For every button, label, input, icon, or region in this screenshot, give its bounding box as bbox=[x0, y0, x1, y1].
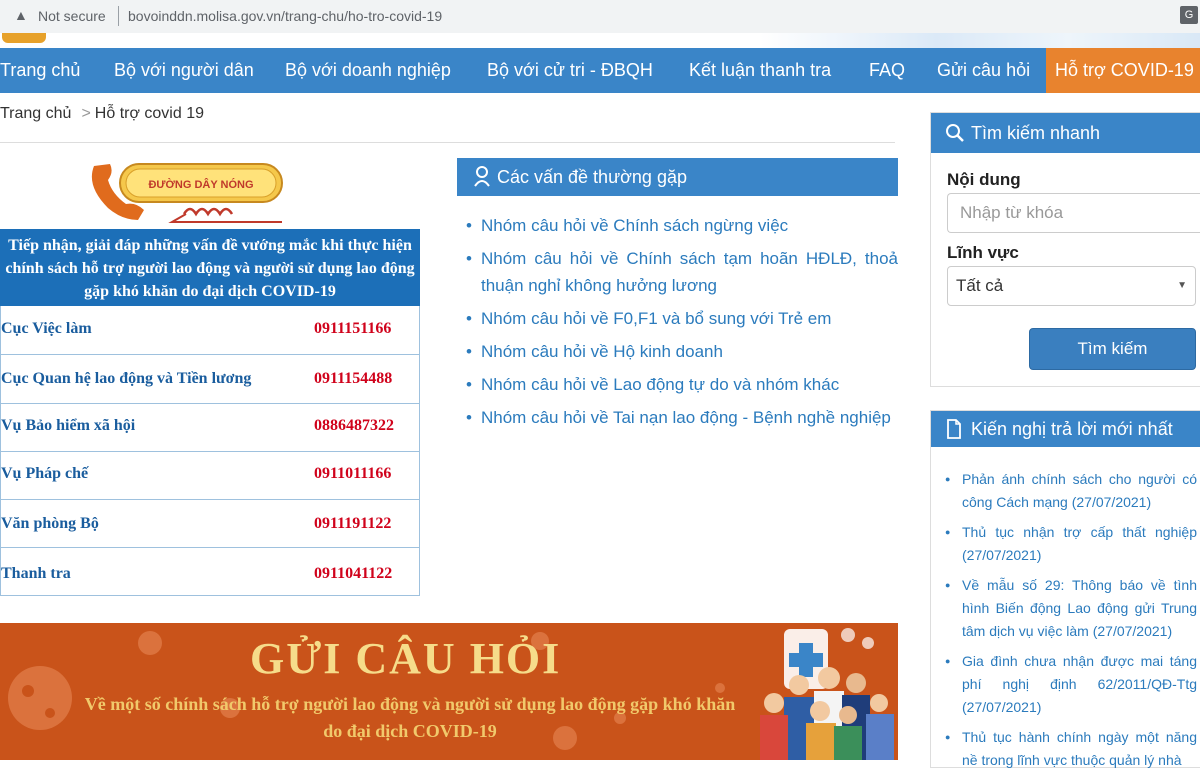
nav-item-send-question[interactable]: Gửi câu hỏi bbox=[937, 48, 1030, 93]
hotline-phone[interactable]: 0911011166 bbox=[314, 465, 391, 483]
faq-list: Nhóm câu hỏi về Chính sách ngừng việc Nh… bbox=[466, 212, 898, 437]
banner-title: GỬI CÂU HỎI bbox=[250, 634, 562, 683]
search-button[interactable]: Tìm kiếm bbox=[1029, 328, 1196, 370]
nav-item-faq[interactable]: FAQ bbox=[869, 48, 905, 93]
hotline-phone[interactable]: 0911041122 bbox=[314, 565, 392, 583]
dropdown-arrow-icon: ▼ bbox=[1177, 280, 1187, 291]
latest-reply-item[interactable]: Về mẫu số 29: Thông báo về tình hình Biế… bbox=[945, 574, 1197, 643]
hotline-row: Vụ Bảo hiểm xã hội 0886487322 bbox=[1, 403, 419, 452]
faq-title: Các vấn đề thường gặp bbox=[497, 167, 687, 187]
warning-icon: ▲ bbox=[14, 7, 28, 23]
latest-reply-item[interactable]: Thủ tục nhận trợ cấp thất nghiệp (27/07/… bbox=[945, 521, 1197, 567]
hotline-row: Cục Việc làm 0911151166 bbox=[1, 306, 419, 355]
faq-item[interactable]: Nhóm câu hỏi về Tai nạn lao động - Bệnh … bbox=[466, 404, 898, 431]
chevron-right-icon: > bbox=[81, 105, 91, 122]
nav-item-inspection[interactable]: Kết luận thanh tra bbox=[689, 48, 831, 93]
latest-replies-title: Kiến nghị trả lời mới nhất bbox=[971, 419, 1173, 439]
url-text[interactable]: bovoinddn.molisa.gov.vn/trang-chu/ho-tro… bbox=[128, 8, 442, 24]
faq-header: Các vấn đề thường gặp bbox=[457, 158, 898, 196]
content-label: Nội dung bbox=[947, 170, 1021, 189]
hotline-phone[interactable]: 0911191122 bbox=[314, 515, 391, 533]
hotline-row: Cục Quan hệ lao động và Tiền lương 09111… bbox=[1, 354, 419, 404]
hotline-department: Văn phòng Bộ bbox=[1, 515, 99, 532]
quick-search-title: Tìm kiếm nhanh bbox=[971, 123, 1101, 143]
breadcrumb-current: Hỗ trợ covid 19 bbox=[94, 105, 204, 122]
keyword-input[interactable]: Nhập từ khóa bbox=[947, 193, 1200, 233]
user-icon bbox=[473, 158, 491, 209]
document-icon bbox=[945, 411, 963, 459]
field-label: Lĩnh vực bbox=[947, 243, 1019, 262]
latest-replies-header: Kiến nghị trả lời mới nhất bbox=[931, 411, 1200, 447]
hotline-department: Cục Quan hệ lao động và Tiền lương bbox=[1, 370, 252, 387]
hotline-title: Tiếp nhận, giải đáp những vấn đề vướng m… bbox=[0, 229, 420, 306]
hotline-department: Thanh tra bbox=[1, 565, 71, 582]
header-background bbox=[760, 33, 1200, 48]
hotline-row: Văn phòng Bộ 0911191122 bbox=[1, 499, 419, 548]
latest-reply-item[interactable]: Thủ tục hành chính ngày một năng nề tron… bbox=[945, 726, 1197, 772]
latest-reply-item[interactable]: Gia đình chưa nhận được mai táng phí ngh… bbox=[945, 650, 1197, 719]
hotline-department: Vụ Bảo hiểm xã hội bbox=[1, 417, 136, 434]
hotline-phone[interactable]: 0911151166 bbox=[314, 320, 391, 338]
breadcrumb-home[interactable]: Trang chủ bbox=[0, 105, 71, 122]
site-logo[interactable] bbox=[2, 33, 46, 43]
latest-replies-list: Phản ánh chính sách cho người có công Cá… bbox=[945, 468, 1197, 779]
hotline-phone[interactable]: 0886487322 bbox=[314, 417, 394, 435]
faq-item[interactable]: Nhóm câu hỏi về Lao động tự do và nhóm k… bbox=[466, 371, 898, 398]
faq-item[interactable]: Nhóm câu hỏi về Chính sách tạm hoãn HĐLĐ… bbox=[466, 245, 898, 299]
main-nav: Trang chủ Bộ với người dân Bộ với doanh … bbox=[0, 48, 1200, 93]
hotline-row: Vụ Pháp chế 0911011166 bbox=[1, 451, 419, 500]
divider bbox=[118, 6, 119, 26]
masked-people-illustration bbox=[760, 628, 894, 760]
translate-icon[interactable]: G bbox=[1180, 6, 1198, 24]
hotline-row: Thanh tra 0911041122 bbox=[1, 547, 419, 595]
hotline-logo-text: ĐƯỜNG DÂY NÓNG bbox=[148, 178, 253, 191]
nav-item-businesses[interactable]: Bộ với doanh nghiệp bbox=[285, 48, 451, 93]
faq-item[interactable]: Nhóm câu hỏi về F0,F1 và bổ sung với Trẻ… bbox=[466, 305, 898, 332]
site-header bbox=[0, 33, 1200, 48]
banner-subtitle: Về một số chính sách hỗ trợ người lao độ… bbox=[84, 694, 736, 741]
hotline-department: Vụ Pháp chế bbox=[1, 465, 89, 482]
hotline-department: Cục Việc làm bbox=[1, 320, 92, 337]
nav-item-voters[interactable]: Bộ với cử tri - ĐBQH bbox=[487, 48, 653, 93]
hotline-logo: ĐƯỜNG DÂY NÓNG bbox=[91, 163, 283, 223]
browser-address-bar: ▲ Not secure bovoinddn.molisa.gov.vn/tra… bbox=[0, 0, 1200, 34]
hotline-phone[interactable]: 0911154488 bbox=[314, 370, 392, 388]
nav-item-home[interactable]: Trang chủ bbox=[0, 48, 80, 93]
latest-reply-item[interactable]: Phản ánh chính sách cho người có công Cá… bbox=[945, 468, 1197, 514]
faq-item[interactable]: Nhóm câu hỏi về Hộ kinh doanh bbox=[466, 338, 898, 365]
hotline-list: Cục Việc làm 0911151166 Cục Quan hệ lao … bbox=[0, 306, 420, 596]
breadcrumb: Trang chủ > Hỗ trợ covid 19 bbox=[0, 105, 204, 123]
divider bbox=[0, 142, 895, 143]
field-select[interactable]: Tất cả ▼ bbox=[947, 266, 1196, 306]
send-question-banner[interactable]: GỬI CÂU HỎI Về một số chính sách hỗ trợ … bbox=[0, 623, 898, 760]
security-status[interactable]: Not secure bbox=[38, 8, 106, 24]
field-select-value: Tất cả bbox=[956, 276, 1004, 295]
nav-item-covid-support[interactable]: Hỗ trợ COVID-19 bbox=[1046, 48, 1200, 93]
faq-item[interactable]: Nhóm câu hỏi về Chính sách ngừng việc bbox=[466, 212, 898, 239]
nav-item-citizens[interactable]: Bộ với người dân bbox=[114, 48, 254, 93]
quick-search-header: Tìm kiếm nhanh bbox=[931, 113, 1200, 153]
search-icon bbox=[945, 113, 965, 167]
